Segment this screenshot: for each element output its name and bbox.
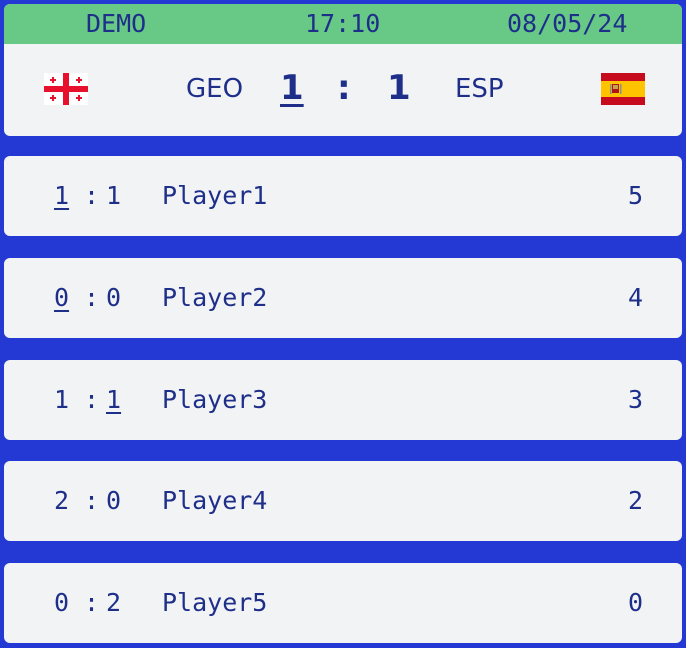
away-team-goals: 1: [387, 68, 411, 108]
prediction-row-2: 0 : 0 Player2 4: [4, 258, 682, 338]
predicted-home-goals: 1: [54, 181, 70, 210]
match-header: DEMO 17:10 08/05/24 GEO 1 : 1 ESP: [4, 4, 682, 136]
player-points: 3: [628, 385, 644, 414]
prediction-row-5: 0 : 2 Player5 0: [4, 563, 682, 643]
prediction-row-1: 1 : 1 Player1 5: [4, 156, 682, 236]
player-points: 2: [628, 486, 644, 515]
player-points: 5: [628, 181, 644, 210]
predicted-away-goals: 0: [106, 283, 122, 312]
player-name: Player5: [162, 588, 268, 617]
status-bar: DEMO 17:10 08/05/24: [4, 4, 682, 44]
score-separator: :: [337, 68, 351, 108]
prediction-row-3: 1 : 1 Player3 3: [4, 360, 682, 440]
predicted-home-goals: 1: [54, 385, 70, 414]
player-name: Player3: [162, 385, 268, 414]
predicted-score-separator: :: [84, 588, 100, 617]
player-points: 0: [628, 588, 644, 617]
mode-label: DEMO: [86, 9, 147, 38]
predicted-score-separator: :: [84, 181, 100, 210]
predicted-away-goals: 1: [106, 181, 122, 210]
predicted-home-goals: 0: [54, 588, 70, 617]
predicted-home-goals: 0: [54, 283, 70, 312]
spain-flag-icon: [601, 73, 645, 105]
match-date: 08/05/24: [507, 9, 628, 38]
player-name: Player2: [162, 283, 268, 312]
home-team-goals: 1: [280, 68, 304, 108]
match-time: 17:10: [305, 9, 381, 38]
predicted-score-separator: :: [84, 385, 100, 414]
player-name: Player1: [162, 181, 268, 210]
scoreline: GEO 1 : 1 ESP: [4, 44, 682, 136]
predicted-score-separator: :: [84, 486, 100, 515]
home-team-code: GEO: [186, 74, 244, 104]
predicted-home-goals: 2: [54, 486, 70, 515]
predicted-away-goals: 2: [106, 588, 122, 617]
prediction-row-4: 2 : 0 Player4 2: [4, 461, 682, 541]
predicted-away-goals: 1: [106, 385, 122, 414]
georgia-flag-icon: [44, 73, 88, 105]
predicted-away-goals: 0: [106, 486, 122, 515]
player-points: 4: [628, 283, 644, 312]
predicted-score-separator: :: [84, 283, 100, 312]
player-name: Player4: [162, 486, 268, 515]
away-team-code: ESP: [455, 74, 504, 104]
